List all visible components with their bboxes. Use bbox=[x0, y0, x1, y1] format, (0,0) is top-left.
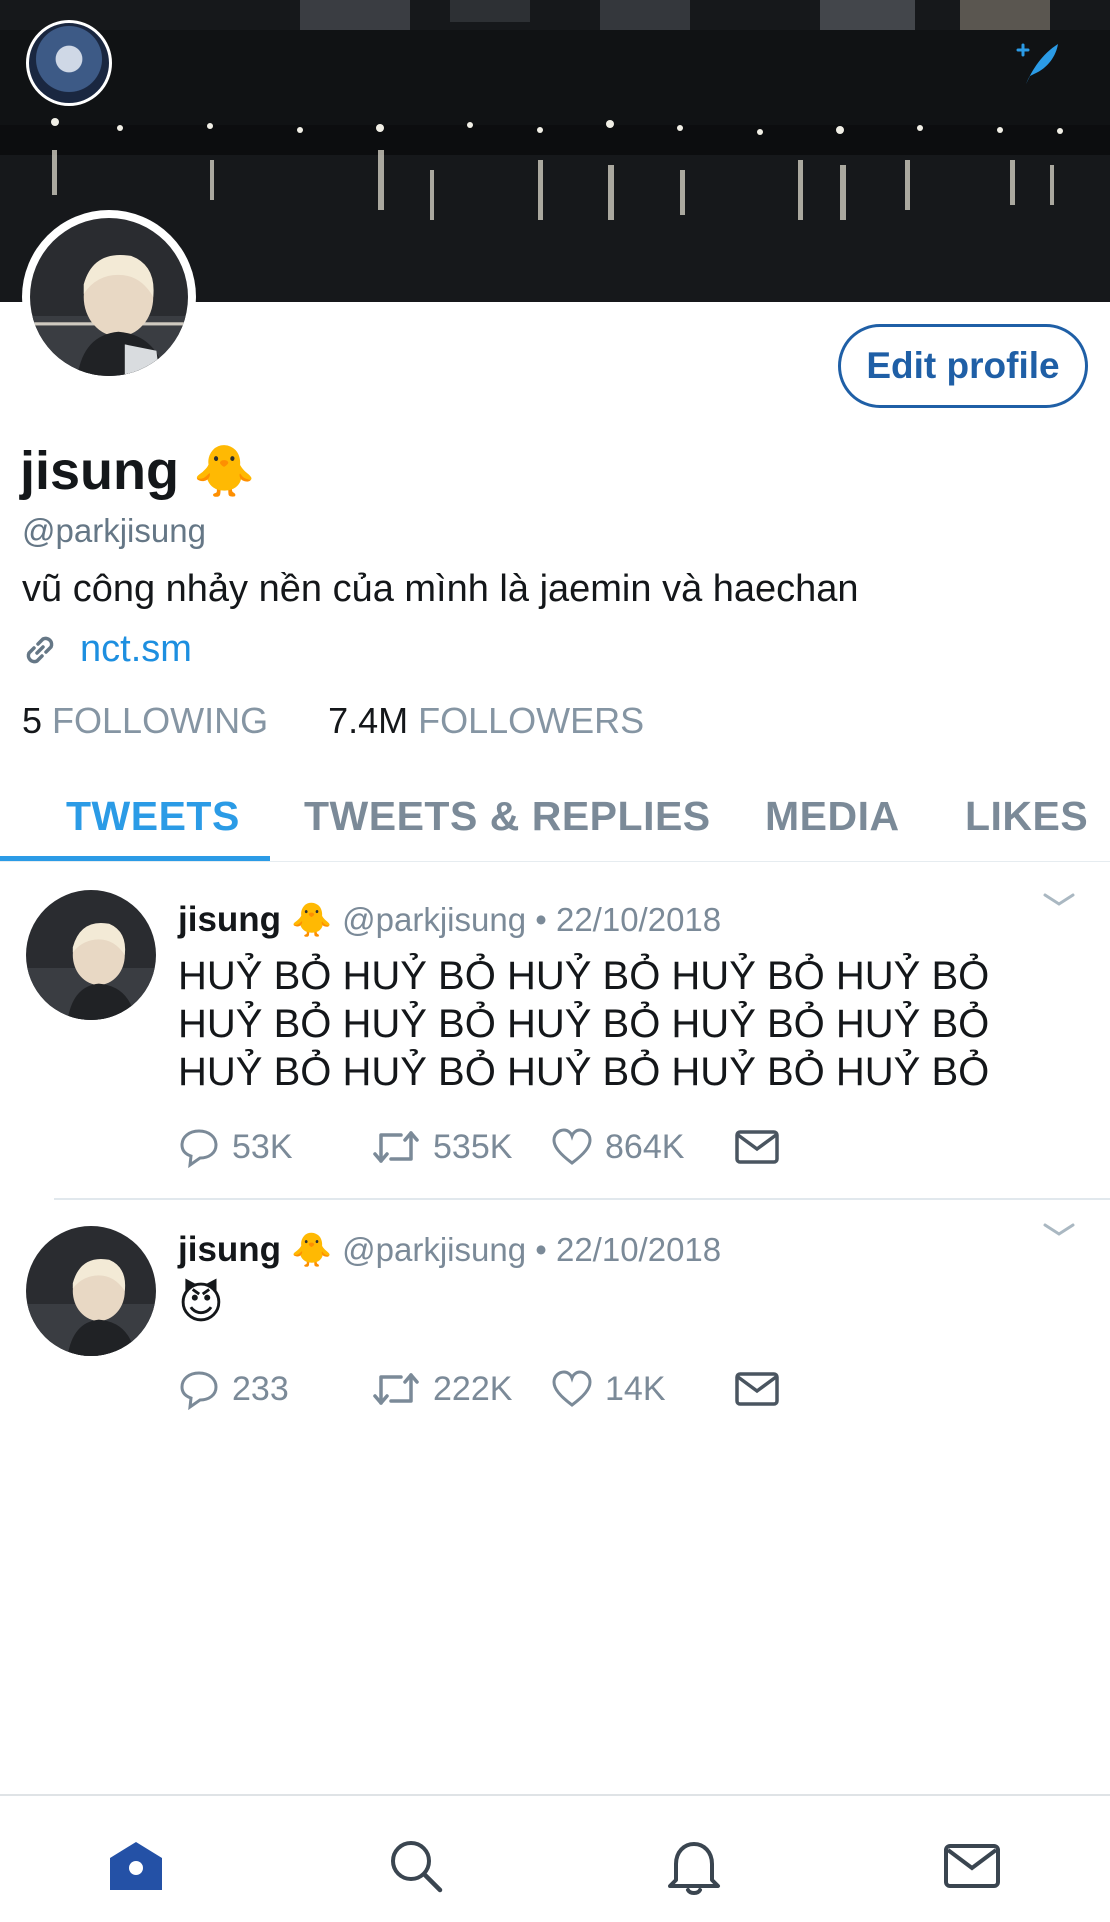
tweet-author-emoji: 🐥 bbox=[291, 900, 333, 938]
search-icon[interactable] bbox=[386, 1836, 446, 1896]
tab-divider bbox=[0, 861, 1110, 862]
tweet-avatar-photo bbox=[26, 1226, 156, 1356]
profile-bio: vũ công nhảy nền của mình là jaemin và h… bbox=[22, 568, 859, 610]
tweet-author-name[interactable]: jisung bbox=[178, 900, 281, 940]
tweet-author-name[interactable]: jisung bbox=[178, 1230, 281, 1270]
tweet-text: 😈 bbox=[178, 1279, 224, 1328]
reply-count: 233 bbox=[232, 1369, 289, 1408]
retweet-icon bbox=[373, 1131, 419, 1163]
tweet-handle-date: @parkjisung • 22/10/2018 bbox=[342, 901, 722, 938]
messages-icon[interactable] bbox=[942, 1836, 1002, 1896]
retweet-count: 535K bbox=[433, 1127, 513, 1166]
like-button[interactable]: 864K bbox=[551, 1127, 734, 1167]
profile-tabs: TWEETS TWEETS & REPLIES MEDIA LIKES bbox=[0, 770, 1110, 862]
like-icon bbox=[552, 1128, 592, 1165]
profile-link-text[interactable]: nct.sm bbox=[80, 628, 192, 671]
reply-icon bbox=[180, 1129, 218, 1168]
account-avatar[interactable] bbox=[26, 20, 112, 106]
dm-button[interactable] bbox=[734, 1127, 780, 1167]
profile-stats: 5 FOLLOWING 7.4M FOLLOWERS bbox=[22, 700, 644, 742]
dm-icon bbox=[735, 1130, 779, 1164]
tab-likes[interactable]: LIKES bbox=[965, 770, 1088, 862]
edit-profile-button[interactable]: Edit profile bbox=[838, 324, 1088, 408]
tweet-header: jisung 🐥 @parkjisung • 22/10/2018 bbox=[178, 900, 721, 940]
profile-display-name: jisung bbox=[20, 441, 179, 501]
like-button[interactable]: 14K bbox=[551, 1369, 734, 1409]
profile-name-row: jisung 🐥 bbox=[20, 440, 255, 502]
home-icon[interactable] bbox=[106, 1836, 166, 1896]
notifications-icon[interactable] bbox=[664, 1836, 724, 1896]
chevron-down-icon[interactable] bbox=[1042, 1220, 1076, 1240]
tweet-divider bbox=[54, 1198, 1110, 1200]
retweet-button[interactable]: 222K bbox=[371, 1369, 551, 1409]
bottom-nav bbox=[0, 1794, 1110, 1922]
link-icon bbox=[26, 636, 54, 663]
reply-icon bbox=[180, 1371, 218, 1410]
tweet-handle-date: @parkjisung • 22/10/2018 bbox=[342, 1231, 722, 1268]
reply-button[interactable]: 233 bbox=[178, 1368, 371, 1410]
tweet-avatar[interactable] bbox=[26, 1226, 156, 1356]
dm-button[interactable] bbox=[734, 1369, 780, 1409]
profile-avatar[interactable] bbox=[22, 210, 196, 384]
retweet-count: 222K bbox=[433, 1369, 513, 1408]
tweet-text-line: HUỶ BỎ HUỶ BỎ HUỶ BỎ HUỶ BỎ HUỶ BỎ bbox=[178, 1050, 990, 1094]
following-label: FOLLOWING bbox=[52, 700, 269, 741]
followers-label: FOLLOWERS bbox=[418, 700, 645, 741]
tweet-actions: 53K 535K 864K bbox=[178, 1126, 780, 1168]
followers-stat[interactable]: 7.4M FOLLOWERS bbox=[328, 700, 644, 742]
name-emoji: 🐥 bbox=[193, 443, 256, 499]
tweet-text-line: HUỶ BỎ HUỶ BỎ HUỶ BỎ HUỶ BỎ HUỶ BỎ bbox=[178, 1002, 990, 1046]
reply-button[interactable]: 53K bbox=[178, 1126, 371, 1168]
retweet-button[interactable]: 535K bbox=[371, 1127, 551, 1167]
like-count: 864K bbox=[605, 1127, 685, 1166]
tweet-header: jisung 🐥 @parkjisung • 22/10/2018 bbox=[178, 1230, 721, 1270]
tweet-text: HUỶ BỎ HUỶ BỎ HUỶ BỎ HUỶ BỎ HUỶ BỎ HUỶ B… bbox=[178, 952, 1038, 1096]
tab-tweets-replies[interactable]: TWEETS & REPLIES bbox=[304, 770, 711, 862]
dm-icon bbox=[735, 1372, 779, 1406]
tweet-text-line: HUỶ BỎ HUỶ BỎ HUỶ BỎ HUỶ BỎ HUỶ BỎ bbox=[178, 954, 990, 998]
followers-count: 7.4M bbox=[328, 700, 409, 741]
following-count: 5 bbox=[22, 700, 43, 741]
profile-handle: @parkjisung bbox=[22, 512, 206, 549]
tab-media[interactable]: MEDIA bbox=[765, 770, 900, 862]
tweet-avatar-photo bbox=[26, 890, 156, 1020]
profile-photo bbox=[30, 218, 188, 376]
like-icon bbox=[552, 1370, 592, 1407]
profile-link[interactable]: nct.sm bbox=[20, 628, 192, 671]
tweet-author-emoji: 🐥 bbox=[291, 1230, 333, 1268]
compose-icon[interactable] bbox=[1012, 38, 1062, 88]
tab-tweets[interactable]: TWEETS bbox=[66, 770, 240, 862]
like-count: 14K bbox=[605, 1369, 666, 1408]
chevron-down-icon[interactable] bbox=[1042, 890, 1076, 910]
tweet-avatar[interactable] bbox=[26, 890, 156, 1020]
following-stat[interactable]: 5 FOLLOWING bbox=[22, 700, 268, 742]
tweet-actions: 233 222K 14K bbox=[178, 1368, 780, 1410]
retweet-icon bbox=[373, 1373, 419, 1405]
reply-count: 53K bbox=[232, 1127, 293, 1166]
